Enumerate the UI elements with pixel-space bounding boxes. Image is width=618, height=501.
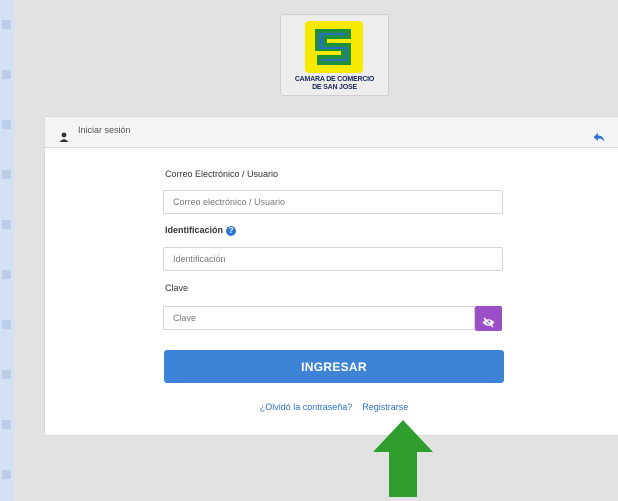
password-field[interactable] — [163, 306, 475, 330]
email-field[interactable] — [163, 190, 503, 214]
back-arrow-icon[interactable] — [593, 127, 605, 146]
card-header-title: Iniciar sesión — [78, 125, 131, 135]
identification-label: Identificación? — [165, 225, 237, 236]
login-card: Iniciar sesión Correo Electrónico / Usua… — [44, 116, 618, 436]
login-page: CAMARA DE COMERCIO DE SAN JOSE Iniciar s… — [14, 0, 618, 501]
toggle-password-visibility-button[interactable] — [475, 306, 502, 331]
help-icon[interactable]: ? — [226, 225, 237, 236]
logo-text-line2: DE SAN JOSE — [312, 84, 357, 91]
identification-label-text: Identificación — [165, 225, 224, 235]
logo-emblem-icon — [305, 21, 363, 73]
chamber-logo: CAMARA DE COMERCIO DE SAN JOSE — [280, 14, 389, 96]
user-icon — [59, 127, 69, 146]
card-header: Iniciar sesión — [45, 117, 618, 148]
auth-links: ¿Olvidó la contraseña? Registrarse — [45, 402, 618, 412]
email-label: Correo Electrónico / Usuario — [165, 169, 279, 179]
login-submit-button[interactable]: INGRESAR — [164, 350, 504, 383]
forgot-password-link[interactable]: ¿Olvidó la contraseña? — [260, 402, 353, 412]
left-decorative-strip — [0, 0, 14, 501]
eye-slash-icon — [482, 313, 495, 332]
green-up-arrow-icon — [373, 420, 433, 501]
logo-text-line1: CAMARA DE COMERCIO — [294, 76, 375, 83]
password-label: Clave — [165, 283, 189, 293]
register-link[interactable]: Registrarse — [362, 402, 408, 412]
identification-field[interactable] — [163, 247, 503, 271]
